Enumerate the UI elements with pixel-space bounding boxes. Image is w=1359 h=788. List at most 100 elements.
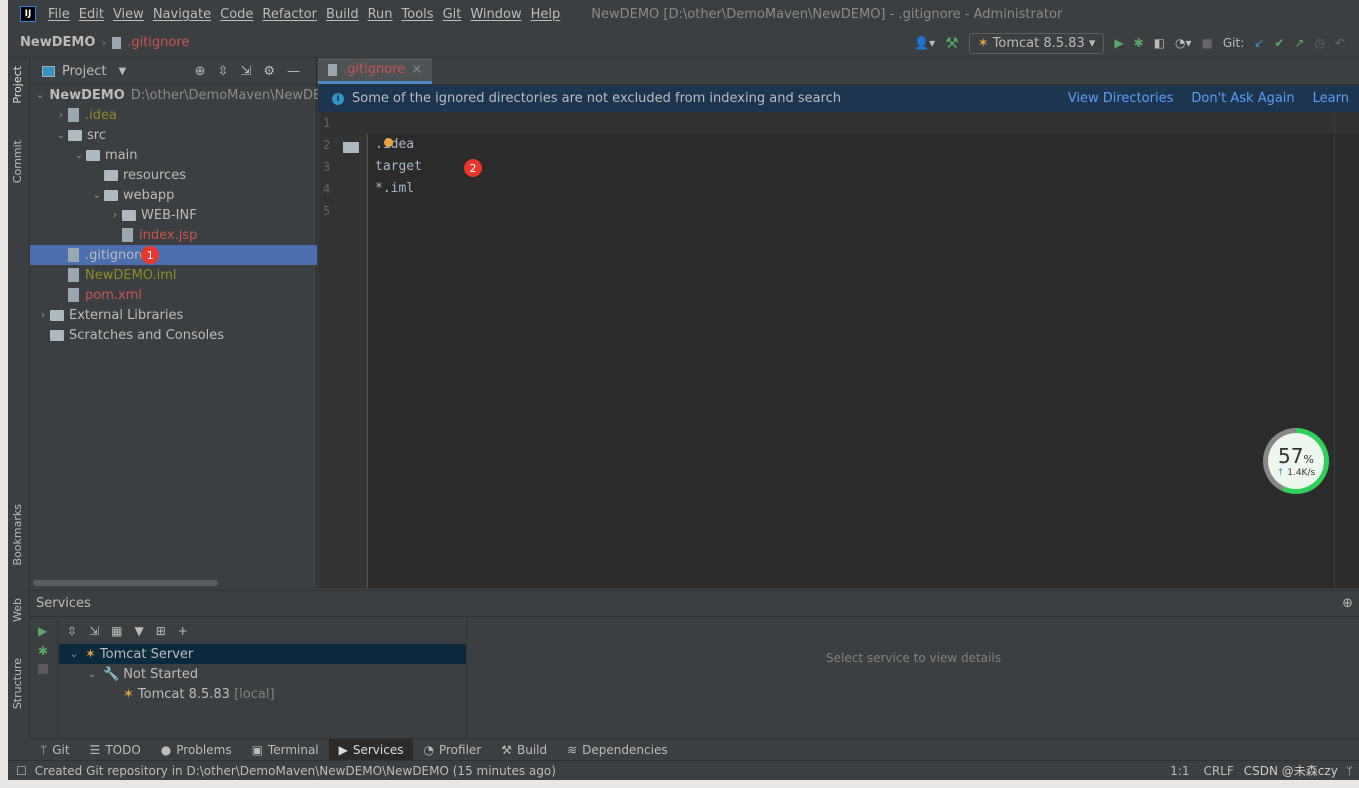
run-configuration-select[interactable]: ✶ Tomcat 8.5.83 ▾ bbox=[968, 32, 1105, 54]
chevron-down-icon: ⌄ bbox=[36, 89, 45, 101]
rollback-icon[interactable]: ↶ bbox=[1335, 36, 1345, 50]
tree-item-label: External Libraries bbox=[69, 307, 184, 323]
bottom-tab-profiler[interactable]: ◔ Profiler bbox=[413, 739, 491, 761]
project-panel-header: Project ▼ ⊕⇳⇲⚙— bbox=[30, 58, 316, 85]
stop-service-icon[interactable] bbox=[38, 664, 48, 674]
tree-item[interactable]: ⌄ NewDEMO D:\other\DemoMaven\NewDEMO bbox=[30, 85, 343, 105]
tree-item[interactable]: resources bbox=[30, 165, 317, 185]
new-tab-icon[interactable]: ⊞ bbox=[156, 624, 166, 638]
stop-icon[interactable]: ■ bbox=[1202, 36, 1213, 50]
menu-item-run[interactable]: Run bbox=[368, 7, 393, 22]
group-by-icon[interactable]: ▦ bbox=[111, 624, 122, 638]
tree-item[interactable]: NewDEMO.iml bbox=[30, 265, 317, 285]
bottom-tab-todo[interactable]: ☰ TODO bbox=[80, 739, 151, 761]
code-line[interactable]: .idea bbox=[375, 137, 414, 152]
menu-bar: IJ File Edit View Navigate Code Refactor Build… bbox=[8, 0, 1359, 28]
tree-item[interactable]: .gitignore 1 bbox=[30, 245, 317, 265]
bottom-tab-git[interactable]: ᛘ Git bbox=[30, 739, 80, 761]
todo-icon: ☰ bbox=[89, 742, 101, 757]
collapse-all-icon[interactable]: ⇲ bbox=[89, 624, 99, 638]
menu-item-view[interactable]: View bbox=[113, 7, 144, 22]
run-icon[interactable]: ▶ bbox=[1114, 36, 1123, 50]
service-suffix: [local] bbox=[234, 686, 275, 702]
menu-item-build[interactable]: Build bbox=[326, 7, 359, 22]
git-branch-icon[interactable]: ᛘ bbox=[1346, 764, 1353, 778]
horizontal-scrollbar[interactable] bbox=[33, 580, 218, 586]
service-tomcat-server[interactable]: ⌄ ✶ Tomcat Server bbox=[59, 644, 466, 664]
service-tomcat-instance[interactable]: ✶ Tomcat 8.5.83 [local] bbox=[59, 684, 466, 704]
add-service-icon[interactable]: + bbox=[178, 624, 188, 638]
right-margin bbox=[1334, 112, 1335, 588]
dont-ask-again-link[interactable]: Don't Ask Again bbox=[1191, 91, 1294, 106]
tree-item[interactable]: index.jsp bbox=[30, 225, 317, 245]
code-line[interactable]: target bbox=[375, 159, 422, 174]
tree-item[interactable]: › .idea bbox=[30, 105, 317, 125]
breadcrumb-project[interactable]: NewDEMO bbox=[20, 35, 95, 50]
bottom-tab-dependencies[interactable]: ≋ Dependencies bbox=[557, 739, 677, 761]
git-update-icon[interactable]: ↙ bbox=[1254, 36, 1264, 50]
web-tool-tab[interactable]: Web bbox=[11, 598, 24, 622]
debug-icon[interactable]: ✱ bbox=[1134, 36, 1144, 50]
debug-service-icon[interactable]: ✱ bbox=[38, 644, 49, 658]
tree-item-path: D:\other\DemoMaven\NewDEMO bbox=[130, 87, 343, 103]
network-speed-gauge[interactable]: 57% ↑ 1.4K/s bbox=[1263, 428, 1329, 494]
intellij-logo-icon: IJ bbox=[20, 6, 36, 22]
run-service-icon[interactable]: ▶ bbox=[38, 624, 49, 638]
project-tool-tab[interactable]: Project bbox=[11, 66, 24, 104]
tree-item[interactable]: ⌄ src bbox=[30, 125, 317, 145]
menu-item-tools[interactable]: Tools bbox=[402, 7, 434, 22]
problems-icon: ● bbox=[160, 742, 172, 757]
project-view-select[interactable]: Project bbox=[62, 64, 106, 79]
tree-item[interactable]: Scratches and Consoles bbox=[30, 325, 317, 345]
git-commit-icon[interactable]: ✔ bbox=[1274, 36, 1284, 50]
structure-tool-tab[interactable]: Structure bbox=[11, 658, 24, 709]
bottom-tab-services[interactable]: ▶ Services bbox=[328, 738, 414, 761]
intention-bulb-icon[interactable] bbox=[384, 138, 393, 147]
tree-item[interactable]: pom.xml bbox=[30, 285, 317, 305]
toggle-panels-icon[interactable]: ☐ bbox=[16, 764, 27, 778]
breadcrumb-file[interactable]: .gitignore bbox=[127, 35, 189, 50]
menu-item-code[interactable]: Code bbox=[220, 7, 253, 22]
coverage-icon[interactable]: ◧ bbox=[1154, 36, 1165, 50]
build-hammer-icon[interactable]: ⚒ bbox=[945, 34, 958, 52]
status-message[interactable]: Created Git repository in D:\other\DemoM… bbox=[35, 764, 556, 778]
bottom-tab-label: Dependencies bbox=[582, 742, 668, 757]
bookmarks-tool-tab[interactable]: Bookmarks bbox=[11, 504, 24, 565]
close-icon[interactable]: × bbox=[411, 62, 422, 77]
menu-item-edit[interactable]: Edit bbox=[79, 7, 104, 22]
expand-all-icon[interactable]: ⇳ bbox=[67, 624, 77, 638]
bottom-tab-problems[interactable]: ● Problems bbox=[151, 739, 242, 761]
profile-icon[interactable]: ◔▾ bbox=[1175, 36, 1192, 50]
learn-link[interactable]: Learn bbox=[1313, 91, 1349, 106]
filter-icon[interactable]: ▼ bbox=[134, 624, 143, 638]
folder-icon bbox=[50, 309, 64, 321]
chevron-down-icon: ⌄ bbox=[56, 129, 66, 141]
tab-gitignore[interactable]: .gitignore × bbox=[318, 58, 433, 84]
tree-item[interactable]: ⌄ webapp bbox=[30, 185, 317, 205]
line-separator[interactable]: CRLF bbox=[1203, 764, 1233, 778]
menu-item-git[interactable]: Git bbox=[443, 7, 462, 22]
menu-item-refactor[interactable]: Refactor bbox=[262, 7, 317, 22]
git-push-icon[interactable]: ↗ bbox=[1294, 36, 1304, 50]
bottom-tab-terminal[interactable]: ▣ Terminal bbox=[242, 739, 329, 761]
caret-position[interactable]: 1:1 bbox=[1170, 764, 1189, 778]
chevron-down-icon: ⌄ bbox=[92, 189, 102, 201]
tree-item[interactable]: › WEB-INF bbox=[30, 205, 317, 225]
crosshair-icon[interactable]: ⊕ bbox=[1342, 596, 1359, 611]
menu-item-help[interactable]: Help bbox=[531, 7, 561, 22]
menu-item-file[interactable]: File bbox=[48, 7, 70, 22]
menu-item-navigate[interactable]: Navigate bbox=[153, 7, 211, 22]
project-toolbar-icons[interactable]: ⊕⇳⇲⚙— bbox=[195, 64, 316, 79]
history-icon[interactable]: ◷ bbox=[1314, 36, 1324, 50]
bottom-tab-build[interactable]: ⚒ Build bbox=[491, 739, 557, 761]
tree-item-label: .idea bbox=[85, 107, 117, 123]
view-directories-link[interactable]: View Directories bbox=[1068, 91, 1174, 106]
commit-tool-tab[interactable]: Commit bbox=[11, 140, 24, 183]
code-line[interactable]: *.iml bbox=[375, 181, 414, 196]
service-not-started[interactable]: ⌄ 🔧 Not Started bbox=[59, 664, 466, 684]
gauge-speed: 1.4K/s bbox=[1287, 468, 1316, 478]
user-icon[interactable]: 👤▾ bbox=[914, 36, 935, 50]
tree-item[interactable]: ⌄ main bbox=[30, 145, 317, 165]
tree-item[interactable]: › External Libraries bbox=[30, 305, 317, 325]
menu-item-window[interactable]: Window bbox=[470, 7, 521, 22]
